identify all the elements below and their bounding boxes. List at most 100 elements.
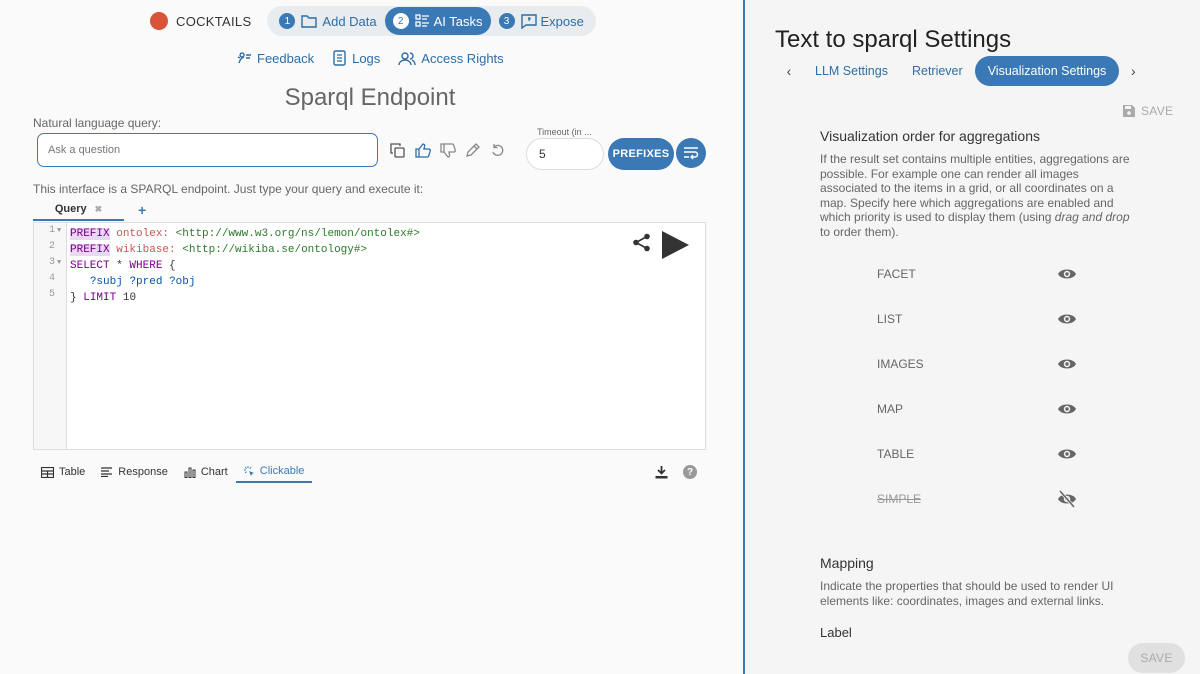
thumbs-up-icon: [414, 143, 431, 158]
response-icon: [101, 467, 113, 477]
users-icon: [398, 51, 416, 65]
fold-arrow-icon[interactable]: ▼: [57, 227, 61, 235]
folder-icon: [301, 15, 318, 28]
tab-chart[interactable]: Chart: [176, 461, 236, 483]
settings-panel: Text to sparql Settings ‹ LLM Settings R…: [745, 0, 1200, 674]
save-button-top[interactable]: SAVE: [1123, 104, 1173, 118]
aggregation-label: IMAGES: [877, 357, 924, 371]
logs-icon: [333, 50, 346, 66]
tab-clickable[interactable]: Clickable: [235, 461, 313, 483]
step-add-data[interactable]: 1 Add Data: [271, 7, 384, 35]
chart-icon: [184, 467, 196, 478]
thumbs-up-button[interactable]: [414, 142, 431, 159]
visualization-order-heading: Visualization order for aggregations: [820, 128, 1040, 144]
run-query-button[interactable]: [660, 230, 690, 260]
aggregation-item-facet[interactable]: FACET: [877, 264, 1077, 284]
code-line: PREFIX ontolex: <http://www.w3.org/ns/le…: [70, 228, 420, 240]
tab-query[interactable]: Query ✖: [33, 199, 124, 221]
code-line: } LIMIT 10: [70, 292, 137, 304]
tab-visualization-settings[interactable]: Visualization Settings: [974, 56, 1120, 86]
step-label: Add Data: [322, 13, 377, 29]
add-tab-button[interactable]: +: [138, 202, 146, 218]
line-gutter: 1 ▼ 2 3 ▼ 4 5: [34, 223, 67, 449]
clickable-icon: [243, 465, 254, 476]
eye-off-icon[interactable]: [1057, 490, 1077, 508]
save-button-bottom[interactable]: SAVE: [1128, 643, 1185, 673]
line-number: 2: [49, 241, 56, 252]
brand-name: COCKTAILS: [176, 13, 252, 29]
step-ai-tasks[interactable]: 2 AI Tasks: [384, 7, 491, 35]
share-icon[interactable]: [632, 233, 651, 252]
aggregation-item-table[interactable]: TABLE: [877, 444, 1077, 464]
table-icon: [41, 466, 54, 478]
tab-query-label: Query: [54, 203, 87, 215]
timeout-label: Timeout (in ...: [537, 127, 592, 137]
thumbs-down-button[interactable]: [439, 142, 456, 159]
fold-arrow-icon[interactable]: ▼: [57, 259, 61, 267]
tab-retriever[interactable]: Retriever: [900, 56, 975, 86]
aggregation-label: FACET: [877, 267, 916, 281]
timeout-input[interactable]: [526, 138, 604, 170]
brand-logo: [150, 12, 168, 30]
eye-icon[interactable]: [1057, 267, 1077, 281]
top-bar: COCKTAILS 1 Add Data 2 AI Tasks 3 Expose: [150, 6, 596, 36]
sparql-endpoint-panel: COCKTAILS 1 Add Data 2 AI Tasks 3 Expose…: [0, 0, 743, 674]
step-number: 2: [392, 13, 409, 29]
logs-link[interactable]: Logs: [332, 50, 380, 66]
tab-llm-settings[interactable]: LLM Settings: [803, 56, 900, 86]
step-label: Expose: [540, 13, 584, 29]
line-number: 5: [49, 289, 56, 300]
tab-table[interactable]: Table: [33, 461, 93, 483]
copy-button[interactable]: [389, 142, 406, 159]
undo-icon: [492, 144, 504, 156]
label-heading: Label: [820, 625, 852, 640]
eye-icon[interactable]: [1057, 357, 1077, 371]
ask-question-input[interactable]: [37, 133, 378, 167]
eye-icon[interactable]: [1057, 312, 1077, 326]
feedback-icon: [237, 52, 251, 64]
settings-title: Text to sparql Settings: [775, 26, 1012, 53]
aggregation-item-images[interactable]: IMAGES: [877, 354, 1077, 374]
settings-tabs: ‹ LLM Settings Retriever Visualization S…: [775, 56, 1147, 86]
logs-label: Logs: [352, 50, 381, 66]
thumbs-down-icon: [439, 143, 456, 158]
eye-icon[interactable]: [1057, 402, 1077, 416]
page-title: Sparql Endpoint: [284, 84, 456, 111]
help-icon[interactable]: ?: [683, 465, 697, 479]
aggregation-item-map[interactable]: MAP: [877, 399, 1077, 419]
tab-label: Response: [118, 466, 168, 478]
sub-navigation: Feedback Logs Access Rights: [236, 50, 504, 66]
tab-response[interactable]: Response: [93, 461, 176, 483]
tasks-icon: [414, 14, 429, 27]
download-icon[interactable]: [655, 466, 668, 479]
prefixes-button[interactable]: PREFIXES: [608, 138, 674, 170]
aggregation-item-simple[interactable]: SIMPLE: [877, 489, 1077, 509]
comment-icon: [520, 13, 537, 29]
feedback-label: Feedback: [257, 50, 315, 66]
mapping-heading: Mapping: [820, 555, 874, 571]
reset-button[interactable]: [489, 142, 506, 159]
tab-label: Clickable: [259, 465, 305, 477]
query-editor[interactable]: 1 ▼ 2 3 ▼ 4 5 PREFIX ontolex: <http://www.…: [33, 222, 706, 450]
workflow-steps: 1 Add Data 2 AI Tasks 3 Expose: [267, 6, 596, 36]
eye-icon[interactable]: [1057, 447, 1077, 461]
close-tab-icon[interactable]: ✖: [95, 204, 103, 215]
step-number: 1: [279, 13, 296, 29]
brand[interactable]: COCKTAILS: [150, 12, 251, 30]
feedback-link[interactable]: Feedback: [236, 50, 314, 66]
access-rights-label: Access Rights: [421, 50, 504, 66]
chevron-left-icon[interactable]: ‹: [775, 63, 803, 79]
access-rights-link[interactable]: Access Rights: [398, 50, 504, 66]
code-line: ?subj ?pred ?obj: [89, 276, 196, 288]
edit-button[interactable]: [464, 142, 481, 159]
mapping-description: Indicate the properties that should be u…: [820, 579, 1114, 608]
aggregation-item-list[interactable]: LIST: [877, 309, 1077, 329]
line-number: 3 ▼: [49, 257, 62, 268]
chevron-right-icon[interactable]: ›: [1119, 63, 1147, 79]
visualization-order-description: If the result set contains multiple enti…: [820, 152, 1130, 239]
wrap-text-button[interactable]: [676, 138, 706, 168]
save-label: SAVE: [1141, 104, 1174, 118]
code-area[interactable]: PREFIX ontolex: <http://www.w3.org/ns/le…: [70, 226, 420, 306]
query-tabs: Query ✖ +: [33, 199, 146, 221]
step-expose[interactable]: 3 Expose: [491, 7, 592, 35]
